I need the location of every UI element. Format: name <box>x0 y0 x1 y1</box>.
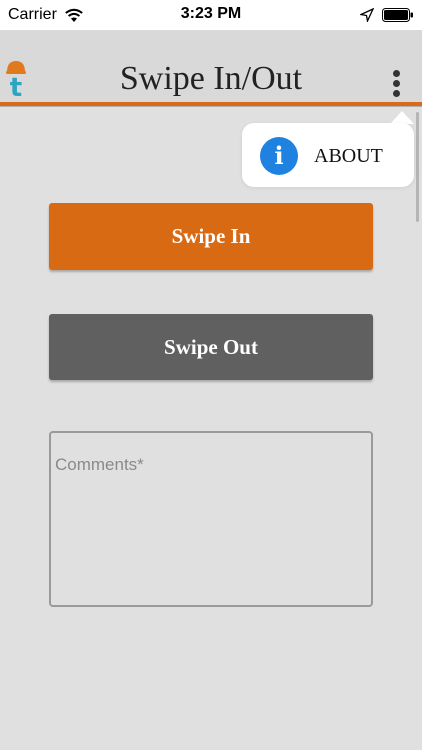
more-vertical-icon <box>393 70 400 77</box>
more-menu-button[interactable] <box>384 66 410 102</box>
swipe-in-button[interactable]: Swipe In <box>49 203 373 270</box>
clock-time: 3:23 PM <box>180 5 242 22</box>
comments-field[interactable] <box>49 431 373 607</box>
more-vertical-icon-dot <box>393 90 400 97</box>
info-icon: i <box>260 137 298 175</box>
status-bar: Carrier 3:23 PM <box>0 0 422 30</box>
more-vertical-icon-dot <box>393 80 400 87</box>
swipe-out-button[interactable]: Swipe Out <box>49 314 373 380</box>
battery-full-icon <box>382 8 413 22</box>
page-title: Swipe In/Out <box>119 60 303 97</box>
about-menu-item[interactable]: i ABOUT <box>242 123 414 187</box>
location-arrow-icon <box>360 8 374 22</box>
about-label: ABOUT <box>314 145 383 167</box>
scroll-indicator[interactable] <box>416 112 419 222</box>
header-accent-line <box>0 102 422 107</box>
